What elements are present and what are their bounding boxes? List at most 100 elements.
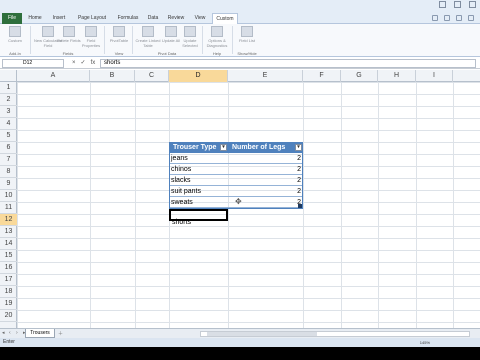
group-label-show-hide: Show/Hide	[237, 51, 257, 56]
row-header-1[interactable]: 1	[0, 82, 17, 94]
row-header-5[interactable]: 5	[0, 130, 17, 142]
table-resize-handle[interactable]	[298, 204, 302, 208]
minimize-icon[interactable]	[444, 15, 450, 21]
move-cursor-icon: ✥	[235, 197, 242, 206]
table-cell-legs[interactable]: 2	[228, 175, 303, 186]
next-sheet-icon[interactable]: ›	[16, 331, 21, 336]
active-cell-text: shorts	[172, 219, 192, 226]
table-cell-legs[interactable]: 2	[228, 186, 303, 197]
new-sheet-icon[interactable]: ＋	[58, 330, 66, 337]
prev-sheet-icon[interactable]: ‹	[9, 331, 14, 336]
row-header-12[interactable]: 12	[0, 214, 17, 226]
gridline	[453, 82, 454, 328]
gridline	[341, 82, 342, 328]
maximize-icon[interactable]	[454, 1, 461, 8]
options-icon	[211, 26, 223, 37]
row-header-9[interactable]: 9	[0, 178, 17, 190]
row-header-2[interactable]: 2	[0, 94, 17, 106]
table-cell-type[interactable]: chinos	[169, 164, 228, 175]
row-header-8[interactable]: 8	[0, 166, 17, 178]
custom-button[interactable]: Custom	[2, 26, 28, 50]
horizontal-scrollbar[interactable]	[200, 331, 470, 337]
close-icon[interactable]	[468, 15, 474, 21]
tab-home[interactable]: Home	[24, 13, 46, 24]
table-header-number-of-legs[interactable]: Number of Legs ▾	[228, 142, 303, 153]
row-header-11[interactable]: 11	[0, 202, 17, 214]
bottom-border	[0, 347, 480, 360]
pivottable-icon	[113, 26, 125, 37]
table-cell-legs[interactable]: 2	[228, 164, 303, 175]
table-cell-type[interactable]: sweats	[169, 197, 228, 208]
row-header-3[interactable]: 3	[0, 106, 17, 118]
tab-insert[interactable]: Insert	[48, 13, 70, 24]
formula-input[interactable]: shorts	[100, 59, 476, 68]
column-header-e[interactable]: E	[228, 70, 303, 82]
delete-icon	[63, 26, 75, 37]
sheet-tab-trousers[interactable]: Trousers	[25, 329, 55, 338]
close-icon[interactable]	[469, 1, 476, 8]
row-header-16[interactable]: 16	[0, 262, 17, 274]
tab-view[interactable]: View	[190, 13, 210, 24]
row-header-18[interactable]: 18	[0, 286, 17, 298]
pivottable-button[interactable]: PivotTable	[106, 26, 132, 50]
group-label-pivot-data: Pivot Data	[157, 51, 177, 56]
formula-bar: D12 × ✓ fx shorts	[0, 58, 480, 69]
column-header-g[interactable]: G	[341, 70, 378, 82]
table-header-trouser-type[interactable]: Trouser Type ▾	[169, 142, 228, 153]
name-box[interactable]: D12	[2, 59, 64, 68]
row-header-13[interactable]: 13	[0, 226, 17, 238]
tab-page-layout[interactable]: Page Layout	[72, 13, 112, 24]
table-cell-type[interactable]: slacks	[169, 175, 228, 186]
cancel-icon[interactable]: ×	[72, 59, 76, 68]
zoom-level[interactable]: 145%	[420, 338, 430, 347]
fx-icon[interactable]: fx	[91, 59, 96, 68]
table-cell-type[interactable]: jeans	[169, 153, 228, 164]
row-header-4[interactable]: 4	[0, 118, 17, 130]
check-icon[interactable]: ✓	[81, 59, 86, 68]
column-header-a[interactable]: A	[17, 70, 90, 82]
column-header-f[interactable]: F	[303, 70, 341, 82]
row-header-17[interactable]: 17	[0, 274, 17, 286]
status-bar: Enter 145%	[0, 338, 480, 347]
filter-dropdown-icon[interactable]: ▾	[295, 144, 302, 151]
restore-icon[interactable]	[456, 15, 462, 21]
help-icon[interactable]	[432, 15, 438, 21]
select-all-corner[interactable]	[0, 70, 17, 82]
row-header-20[interactable]: 20	[0, 310, 17, 322]
row-header-15[interactable]: 15	[0, 250, 17, 262]
row-header-7[interactable]: 7	[0, 154, 17, 166]
ribbon-right-controls	[432, 15, 474, 21]
group-separator	[232, 26, 233, 54]
tab-file[interactable]: File	[2, 13, 22, 24]
tab-formulas[interactable]: Formulas	[114, 13, 142, 24]
tab-custom[interactable]: Custom	[212, 13, 238, 24]
gridline	[90, 82, 91, 328]
column-header-c[interactable]: C	[135, 70, 169, 82]
update-selected-button[interactable]: Update Selected	[177, 26, 203, 50]
tab-data[interactable]: Data	[144, 13, 162, 24]
table-cell-type[interactable]: suit pants	[169, 186, 228, 197]
group-label-fields: Fields	[62, 51, 74, 56]
refresh-icon	[165, 26, 177, 37]
active-cell-d12[interactable]: shorts	[169, 209, 228, 226]
row-header-6[interactable]: 6	[0, 142, 17, 154]
status-mode: Enter	[3, 339, 15, 345]
field-properties-button[interactable]: Field Properties	[78, 26, 104, 50]
field-list-button[interactable]: Field List	[234, 26, 260, 50]
scrollbar-thumb[interactable]	[207, 332, 317, 336]
row-header-14[interactable]: 14	[0, 238, 17, 250]
options-diagnostics-button[interactable]: Options & Diagnostics	[202, 26, 232, 50]
row-header-10[interactable]: 10	[0, 190, 17, 202]
field-list-icon	[241, 26, 253, 37]
column-header-b[interactable]: B	[90, 70, 135, 82]
column-header-d[interactable]: D	[169, 70, 228, 82]
filter-dropdown-icon[interactable]: ▾	[220, 144, 227, 151]
ribbon-tabs: File Home Insert Page Layout Formulas Da…	[0, 13, 480, 24]
row-header-19[interactable]: 19	[0, 298, 17, 310]
first-sheet-icon[interactable]: ◂	[2, 331, 7, 336]
tab-review[interactable]: Review	[164, 13, 188, 24]
minimize-icon[interactable]	[439, 1, 446, 8]
column-header-h[interactable]: H	[378, 70, 416, 82]
column-header-i[interactable]: I	[416, 70, 453, 82]
table-cell-legs[interactable]: 2	[228, 153, 303, 164]
